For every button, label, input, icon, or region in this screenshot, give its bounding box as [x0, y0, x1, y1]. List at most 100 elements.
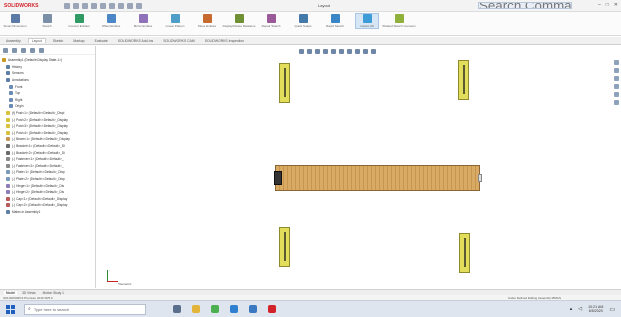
- feature-tree-item[interactable]: (-) Post<2> (Default<<Default>_Display: [2, 116, 93, 123]
- feature-tree-item[interactable]: Sensors: [2, 70, 93, 77]
- feature-tree-item[interactable]: Right: [2, 97, 93, 104]
- tab-layout[interactable]: Layout: [27, 38, 46, 43]
- edit-appearance-icon[interactable]: [355, 49, 360, 54]
- view-palette-icon[interactable]: [614, 84, 619, 89]
- feature-tree-item[interactable]: (-) Plate<1> (Default<<Default>_Disp: [2, 169, 93, 176]
- feature-tree-item[interactable]: Annotations: [2, 77, 93, 84]
- feature-tree-item[interactable]: (-) Post<3> (Default<<Default>_Display: [2, 123, 93, 130]
- ribbon-button-convert-entities[interactable]: Convert Entities: [68, 14, 90, 28]
- dimxpert-icon[interactable]: [30, 47, 35, 53]
- maximize-button[interactable]: □: [606, 2, 609, 8]
- search-commands-input[interactable]: [478, 2, 572, 9]
- minimize-button[interactable]: –: [598, 2, 601, 8]
- post-part-bottom-left[interactable]: [279, 227, 290, 267]
- zoom-area-icon[interactable]: [307, 49, 312, 54]
- configuration-manager-icon[interactable]: [21, 47, 26, 53]
- bottom-tab-model[interactable]: Model: [4, 290, 18, 295]
- ribbon-button-relations[interactable]: Display/Delete Relations: [223, 14, 255, 28]
- print-icon[interactable]: [91, 2, 97, 9]
- ribbon-button-move[interactable]: Move Entities: [196, 14, 218, 28]
- ribbon-button-linear-pattern[interactable]: Linear Pattern: [164, 14, 186, 28]
- feature-tree-item[interactable]: (f) Post<1> (Default<<Default>_Displ: [2, 110, 93, 117]
- feature-tree-item[interactable]: (-) Cap<1> (Default<<Default>_Display: [2, 195, 93, 202]
- select-icon[interactable]: [109, 2, 115, 9]
- ribbon-button-snap[interactable]: Quick Snaps: [292, 14, 314, 28]
- feature-tree-item[interactable]: Origin: [2, 103, 93, 110]
- open-file-icon[interactable]: [73, 2, 79, 9]
- file-properties-icon[interactable]: [127, 2, 133, 9]
- notifications-icon[interactable]: ▭: [609, 306, 615, 313]
- view-orientation-icon[interactable]: [331, 49, 336, 54]
- feature-tree-item[interactable]: History: [2, 64, 93, 71]
- chrome-icon[interactable]: [211, 305, 219, 313]
- tab-markup[interactable]: Markup: [70, 39, 87, 43]
- task-view-icon[interactable]: [173, 305, 181, 313]
- taskbar-search-box[interactable]: ⌕ Type here to search: [24, 303, 146, 315]
- feature-tree-item[interactable]: (-) Plate<2> (Default<<Default>_Disp: [2, 176, 93, 183]
- feature-tree-item[interactable]: (-) Cap<2> (Default<<Default>_Display: [2, 202, 93, 209]
- display-manager-icon[interactable]: [39, 47, 44, 53]
- feature-tree-item[interactable]: Front: [2, 83, 93, 90]
- resources-icon[interactable]: [614, 60, 619, 65]
- post-part-bottom-right[interactable]: [459, 233, 470, 273]
- ribbon-button-sketch[interactable]: Sketch: [36, 14, 58, 28]
- ribbon-button-contours[interactable]: Shaded Sketch Contours: [382, 14, 416, 28]
- section-view-icon[interactable]: [323, 49, 328, 54]
- file-explorer-icon[interactable]: [192, 305, 200, 313]
- ribbon-button-rapid-sketch[interactable]: Rapid Sketch: [324, 14, 346, 28]
- custom-properties-icon[interactable]: [614, 100, 619, 105]
- post-part-top-right[interactable]: [458, 60, 469, 100]
- appearances-icon[interactable]: [614, 92, 619, 97]
- feature-tree-item[interactable]: (-) Bracket<1> (Default<<Default>_Di: [2, 143, 93, 150]
- graphics-area[interactable]: *Isometric: [97, 46, 621, 288]
- bottom-tab-3d-views[interactable]: 3D Views: [20, 291, 37, 295]
- design-library-icon[interactable]: [614, 68, 619, 73]
- ribbon-button-mirror[interactable]: Mirror Entities: [132, 14, 154, 28]
- new-file-icon[interactable]: [64, 2, 70, 9]
- app-logo[interactable]: SOLIDWORKS: [4, 3, 56, 9]
- feature-tree-icon[interactable]: [3, 47, 8, 53]
- solidworks-icon[interactable]: [268, 305, 276, 313]
- tab-sketch[interactable]: Sketch: [50, 39, 66, 43]
- rebuild-icon[interactable]: [118, 2, 124, 9]
- mail-icon[interactable]: [249, 305, 257, 313]
- tab-evaluate[interactable]: Evaluate: [92, 39, 111, 43]
- previous-view-icon[interactable]: [315, 49, 320, 54]
- feature-tree-item[interactable]: (-) Post<4> (Default<<Default>_Display: [2, 130, 93, 137]
- feature-tree-item[interactable]: (-) Fastener<2> (Default<<Default>_: [2, 163, 93, 170]
- volume-icon[interactable]: ◁: [578, 306, 582, 312]
- apply-scene-icon[interactable]: [363, 49, 368, 54]
- feature-tree-item[interactable]: (-) Hinge<2> (Default<<Default>_Dis: [2, 189, 93, 196]
- zoom-to-fit-icon[interactable]: [299, 49, 304, 54]
- close-button[interactable]: ✕: [614, 2, 618, 8]
- ribbon-button-offset[interactable]: Offset Entities: [100, 14, 122, 28]
- network-icon[interactable]: ▴: [570, 306, 573, 312]
- windows-start-icon[interactable]: [6, 304, 16, 314]
- beam-part[interactable]: [275, 165, 480, 191]
- display-style-icon[interactable]: [339, 49, 344, 54]
- ribbon-button-instant2d[interactable]: Instant 2D: [355, 13, 379, 29]
- feature-tree-item[interactable]: Assembly1 (Default<Display State-1>): [2, 57, 93, 64]
- tab-assembly[interactable]: Assembly: [3, 39, 24, 43]
- ribbon-button-repair[interactable]: Repair Sketch: [260, 14, 282, 28]
- feature-tree-item[interactable]: (-) Hinge<1> (Default<<Default>_Dis: [2, 182, 93, 189]
- save-icon[interactable]: [82, 2, 88, 9]
- hide-show-items-icon[interactable]: [347, 49, 352, 54]
- beam-bracket-left[interactable]: [274, 171, 282, 185]
- beam-bracket-right[interactable]: [478, 174, 482, 182]
- edge-icon[interactable]: [230, 305, 238, 313]
- tab-solidworks-add-ins[interactable]: SOLIDWORKS Add-Ins: [115, 39, 156, 43]
- view-settings-icon[interactable]: [371, 49, 376, 54]
- bottom-tab-motion-study-1[interactable]: Motion Study 1: [41, 291, 66, 295]
- feature-tree-item[interactable]: (-) Beam<1> (Default<<Default>_Display: [2, 136, 93, 143]
- taskbar-clock[interactable]: 10:21 AM 6/5/2020: [588, 305, 603, 314]
- undo-icon[interactable]: [100, 2, 106, 9]
- file-explorer-icon[interactable]: [614, 76, 619, 81]
- post-part-top-left[interactable]: [279, 63, 290, 103]
- feature-tree-item[interactable]: Mates in Assembly1: [2, 209, 93, 216]
- property-manager-icon[interactable]: [12, 47, 17, 53]
- tab-solidworks-cam[interactable]: SOLIDWORKS CAM: [160, 39, 197, 43]
- options-icon[interactable]: [136, 2, 142, 9]
- feature-tree-item[interactable]: Top: [2, 90, 93, 97]
- ribbon-button-smart-dimension[interactable]: Smart Dimension: [4, 14, 27, 28]
